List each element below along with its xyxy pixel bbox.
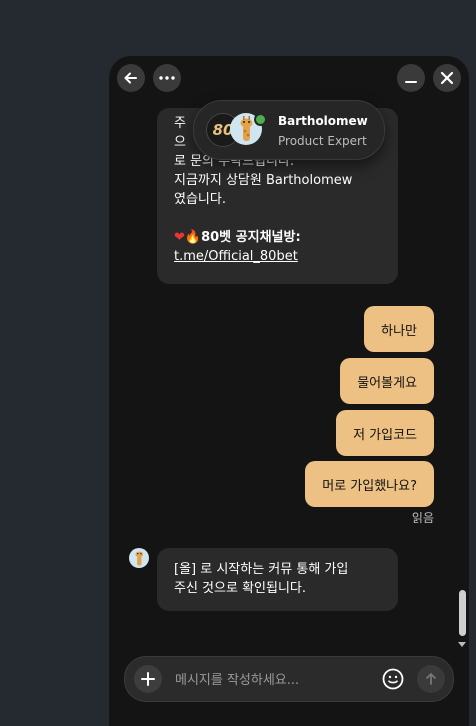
fire-icon: 🔥 [184,230,202,245]
close-icon [440,71,454,85]
user-message: 하나만 [364,306,434,352]
plus-icon [141,672,155,686]
telegram-link[interactable]: t.me/Official_80bet [174,247,381,266]
user-message: 머로 가입했나요? [305,461,434,507]
attach-button[interactable] [134,665,162,693]
more-options-button[interactable] [153,64,181,92]
agent-avatar [129,548,149,568]
agent-role: Product Expert [278,134,367,148]
online-status-dot [254,113,267,126]
close-button[interactable] [433,64,461,92]
more-horizontal-icon [159,76,175,80]
back-button[interactable] [117,64,145,92]
chat-widget: 80 Bartholomew Product Expert 주 으 로 문의 부… [109,56,469,726]
chat-scrollbar-thumb[interactable] [459,590,466,636]
agent-name: Bartholomew [278,114,368,128]
send-button[interactable] [417,665,445,693]
scroll-down-arrow-icon[interactable] [458,642,466,647]
read-receipt: 읽음 [411,511,434,525]
minimize-icon [405,81,417,83]
heart-icon: ❤ [174,230,185,245]
user-message: 물어볼게요 [340,358,434,404]
smiley-icon [382,668,404,690]
arrow-left-icon [124,72,137,84]
agent-message: [올] 로 시작하는 커뮤 통해 가입 주신 것으로 확인됩니다. [157,548,398,611]
arrow-up-icon [426,673,436,685]
emoji-button[interactable] [381,667,405,691]
agent-profile-chip: 80 Bartholomew Product Expert [193,100,385,160]
message-input[interactable] [173,657,377,703]
giraffe-icon [135,551,144,566]
user-message: 저 가입코드 [336,410,434,456]
message-composer [124,656,454,703]
minimize-button[interactable] [397,64,425,92]
